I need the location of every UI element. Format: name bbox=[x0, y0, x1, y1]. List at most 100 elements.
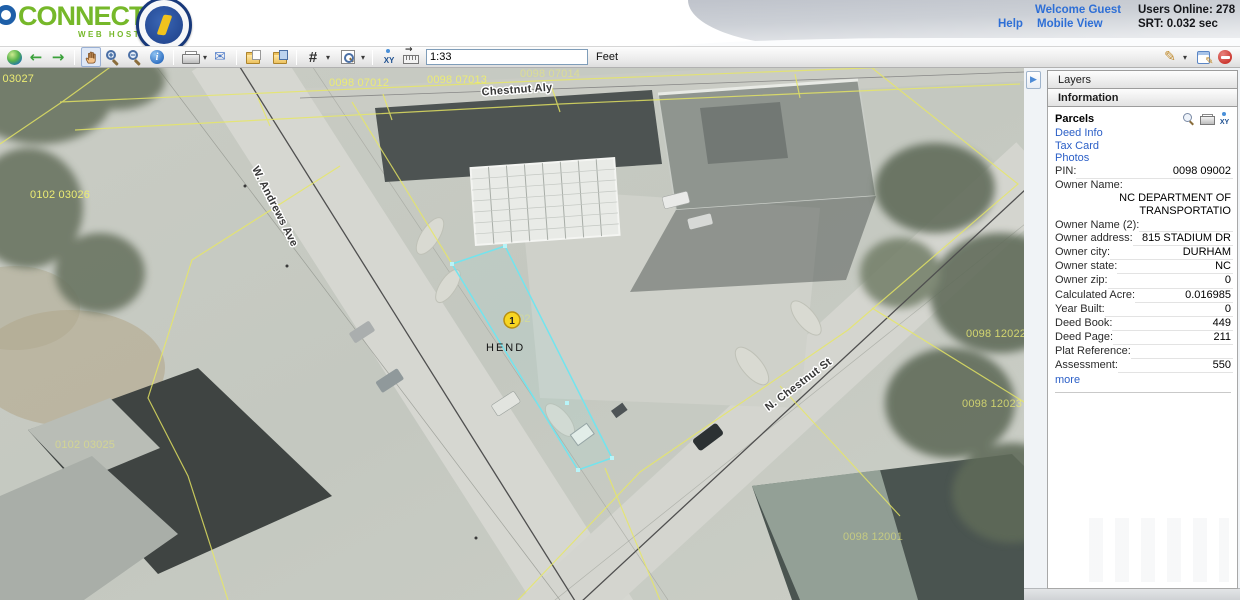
ruler-icon: → bbox=[403, 55, 419, 64]
marker-number: 1 bbox=[509, 316, 515, 327]
greenhouse-roof bbox=[471, 158, 620, 245]
info-panel: Layers Information Parcels XY Deed Info … bbox=[1047, 70, 1238, 589]
owner-name-value-line: TRANSPORTATIO bbox=[1055, 205, 1233, 218]
printer-icon bbox=[182, 51, 198, 64]
information-panel-body: Parcels XY Deed Info Tax Card Photos PIN… bbox=[1047, 107, 1238, 589]
print-button[interactable] bbox=[180, 47, 200, 67]
identify-button[interactable]: i bbox=[147, 47, 167, 67]
logo-mark-icon bbox=[0, 5, 16, 25]
panel-divider bbox=[1055, 392, 1231, 393]
xy-coordinates-button[interactable]: XY bbox=[379, 47, 399, 67]
select-zoom-caret-icon[interactable]: ▾ bbox=[361, 53, 365, 62]
parcel-label: 0098 12023 bbox=[962, 398, 1022, 410]
clear-graphics-button[interactable] bbox=[1215, 47, 1235, 67]
print-caret-icon[interactable]: ▾ bbox=[203, 53, 207, 62]
mobile-view-link[interactable]: Mobile View bbox=[1037, 18, 1103, 30]
tab-layers[interactable]: Layers bbox=[1047, 70, 1238, 89]
more-link[interactable]: more bbox=[1055, 374, 1080, 386]
field-row-calculated-acre: Calculated Acre:0.016985 bbox=[1055, 289, 1233, 303]
parcel-label: 0098 12022 bbox=[966, 328, 1024, 340]
photos-link[interactable]: Photos bbox=[1055, 152, 1233, 165]
info-icon: i bbox=[150, 50, 164, 64]
measure-scale-button[interactable]: → bbox=[401, 47, 421, 67]
grid-caret-icon[interactable]: ▾ bbox=[326, 53, 330, 62]
no-entry-icon bbox=[1218, 50, 1232, 64]
back-arrow-icon: ← bbox=[30, 50, 43, 64]
globe-icon bbox=[7, 50, 22, 65]
toolbar-separator bbox=[372, 50, 373, 65]
draw-tools-button[interactable]: ✎ bbox=[1160, 47, 1180, 67]
zoom-in-button[interactable]: + bbox=[103, 47, 123, 67]
zoom-out-icon: − bbox=[127, 49, 143, 65]
zoom-in-icon: + bbox=[105, 49, 121, 65]
help-link[interactable]: Help bbox=[998, 18, 1023, 30]
section-title: Parcels bbox=[1055, 113, 1094, 125]
field-row-assessment: Assessment:550 bbox=[1055, 359, 1233, 373]
map-canvas[interactable]: Chestnut Aly W. Andrews Ave N. Chestnut … bbox=[0, 68, 1024, 600]
logo-part-connect: CONNECT bbox=[18, 1, 145, 31]
field-row-owner-city: Owner city:DURHAM bbox=[1055, 246, 1233, 260]
saved-maps-button[interactable] bbox=[270, 47, 290, 67]
xy-icon: XY bbox=[381, 49, 397, 65]
parcel-label: 0102 03025 bbox=[55, 439, 115, 451]
srt-stat: SRT: 0.032 sec bbox=[1138, 18, 1218, 30]
folder-map-icon bbox=[273, 54, 287, 64]
watermark bbox=[1089, 518, 1229, 582]
users-online-stat: Users Online: 278 bbox=[1138, 4, 1235, 16]
parcel-label: 0102 03027 bbox=[0, 73, 34, 85]
folder-export-icon bbox=[246, 54, 260, 64]
field-row-owner-state: Owner state:NC bbox=[1055, 260, 1233, 274]
zoom-to-parcel-icon[interactable] bbox=[1183, 113, 1195, 125]
email-button[interactable]: ✉ bbox=[210, 47, 230, 67]
zoom-out-button[interactable]: − bbox=[125, 47, 145, 67]
county-seal-emblem bbox=[157, 15, 173, 36]
map-annotation: HEND bbox=[486, 342, 525, 354]
field-row-owner-name: Owner Name: bbox=[1055, 179, 1233, 192]
tax-card-link[interactable]: Tax Card bbox=[1055, 140, 1233, 153]
scale-input[interactable] bbox=[426, 49, 588, 65]
owner-name-value-line: NC DEPARTMENT OF bbox=[1055, 192, 1233, 205]
toolbar-separator bbox=[173, 50, 174, 65]
select-zoom-button[interactable] bbox=[338, 47, 358, 67]
field-row-plat-reference: Plat Reference: bbox=[1055, 345, 1233, 358]
draw-tools-caret-icon[interactable]: ▾ bbox=[1183, 53, 1187, 62]
toolbar-separator bbox=[236, 50, 237, 65]
welcome-guest-link[interactable]: Welcome Guest bbox=[1035, 4, 1121, 16]
field-row-owner-zip: Owner zip:0 bbox=[1055, 274, 1233, 288]
field-row-owner-address: Owner address:815 STADIUM DR bbox=[1055, 232, 1233, 246]
markup-notes-button[interactable] bbox=[1193, 47, 1213, 67]
parcel-label: 0098 07013 bbox=[427, 74, 487, 86]
forward-arrow-icon: → bbox=[52, 50, 65, 64]
forward-extent-button[interactable]: → bbox=[48, 47, 68, 67]
grid-tools-button[interactable]: # bbox=[303, 47, 323, 67]
field-row-owner-name2: Owner Name (2): bbox=[1055, 219, 1233, 232]
toolbar-separator bbox=[74, 50, 75, 65]
export-map-button[interactable] bbox=[243, 47, 263, 67]
deed-info-link[interactable]: Deed Info bbox=[1055, 127, 1233, 140]
pan-tool-button[interactable] bbox=[81, 47, 101, 67]
map-toolbar: ← → + − i ▾ ✉ # ▾ ▾ XY → Feet ✎ ▾ bbox=[0, 46, 1240, 68]
field-row-pin: PIN:0098 09002 bbox=[1055, 165, 1233, 179]
county-seal-inner bbox=[145, 6, 183, 44]
field-row-deed-book: Deed Book:449 bbox=[1055, 317, 1233, 331]
grid-icon: # bbox=[309, 50, 317, 65]
xy-parcel-icon[interactable]: XY bbox=[1218, 112, 1231, 126]
parcel-label: 0098 07012 bbox=[329, 77, 389, 89]
print-parcel-icon[interactable] bbox=[1200, 114, 1213, 125]
aerial-imagery: Chestnut Aly W. Andrews Ave N. Chestnut … bbox=[0, 68, 1024, 600]
result-marker[interactable]: 1 bbox=[504, 312, 520, 328]
notepad-icon bbox=[1197, 51, 1210, 64]
back-extent-button[interactable]: ← bbox=[26, 47, 46, 67]
field-row-deed-page: Deed Page:211 bbox=[1055, 331, 1233, 345]
panel-collapse-button[interactable]: ▶ bbox=[1026, 71, 1041, 89]
pan-hand-icon bbox=[84, 50, 99, 65]
pencil-icon: ✎ bbox=[1164, 50, 1176, 64]
select-zoom-icon bbox=[341, 50, 355, 64]
tab-information[interactable]: Information bbox=[1047, 88, 1238, 107]
top-bar: CONNECTGIS WEB HOSTING Welcome Guest Use… bbox=[0, 0, 1240, 46]
parcel-label: 0102 03026 bbox=[30, 189, 90, 201]
full-extent-button[interactable] bbox=[4, 47, 24, 67]
parcel-label: 0098 07014 bbox=[520, 68, 580, 80]
units-label: Feet bbox=[596, 51, 618, 63]
field-row-year-built: Year Built:0 bbox=[1055, 303, 1233, 317]
